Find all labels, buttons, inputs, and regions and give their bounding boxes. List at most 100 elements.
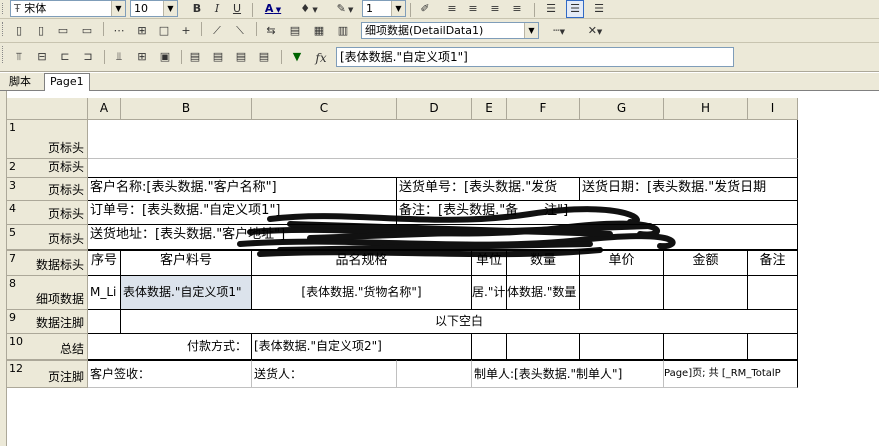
page-count-cell[interactable]: Page]页; 共 [_RM_TotalP <box>664 360 798 388</box>
border-all-icon[interactable]: ⊞ <box>133 22 151 40</box>
row-header-9[interactable]: 9 数据注脚 <box>7 310 88 334</box>
detail-cust-item-cell[interactable]: 表体数据."自定义项1" <box>121 276 252 310</box>
border-right-icon[interactable]: ▯ <box>32 22 50 40</box>
border-left-icon[interactable]: ▯ <box>10 22 28 40</box>
align-bottoms-icon[interactable]: ⫫ <box>110 48 128 66</box>
row-header-7[interactable]: 7 数据标头 <box>7 250 88 276</box>
align-right-icon[interactable]: ≡ <box>486 0 504 18</box>
column-header-b[interactable]: B <box>121 98 252 120</box>
remark-cell[interactable]: 备注：[表头数据."备 注"] <box>397 201 798 225</box>
detail-note-cell[interactable] <box>748 276 798 310</box>
detail-unit-cell[interactable]: 居."计 <box>472 276 507 310</box>
insert-field-icon[interactable]: ⇆ <box>262 22 280 40</box>
customer-sign-cell[interactable]: 客户签收： <box>88 360 252 388</box>
header-price-cell[interactable]: 单价 <box>580 250 664 276</box>
row-header-4[interactable]: 4 页标头 <box>7 201 88 225</box>
customer-name-cell[interactable]: 客户名称:[表头数据."客户名称"] <box>88 178 397 201</box>
row-header-2[interactable]: 2 页标头 <box>7 159 88 178</box>
tab-script[interactable]: 脚本 <box>4 74 36 91</box>
order-number-cell[interactable]: 订单号：[表头数据."自定义项1"] <box>88 201 397 225</box>
align-hcenter-icon[interactable]: ⊞ <box>133 48 151 66</box>
header-spec-cell[interactable]: 品名规格 <box>252 250 472 276</box>
maker-cell[interactable]: 制单人:[表头数据."制单人"] <box>472 360 664 388</box>
insert-image-icon[interactable]: ▦ <box>310 22 328 40</box>
summary-h-cell[interactable] <box>664 334 748 360</box>
delivery-number-cell[interactable]: 送货单号：[表头数据."发货 <box>397 178 580 201</box>
column-header-i[interactable]: I <box>748 98 798 120</box>
summary-e-cell[interactable] <box>472 334 507 360</box>
delete-button[interactable]: ✕▼ <box>580 22 610 40</box>
footer-d-cell[interactable] <box>397 360 472 388</box>
line-style-button[interactable]: ┄▼ <box>544 22 574 40</box>
band-select[interactable]: 细项数据(DetailData1) ▼ <box>361 22 539 39</box>
chevron-down-icon[interactable]: ▼ <box>111 1 125 16</box>
underline-button[interactable]: U <box>228 0 246 18</box>
title-cell[interactable] <box>88 120 798 159</box>
same-height-icon[interactable]: ▤ <box>209 48 227 66</box>
fx-icon[interactable]: fx <box>312 49 330 67</box>
font-color-button[interactable]: A ▼ <box>260 0 286 18</box>
space-horz-icon[interactable]: ▤ <box>232 48 250 66</box>
insert-barcode-icon[interactable]: ▥ <box>334 22 352 40</box>
column-header-g[interactable]: G <box>580 98 664 120</box>
column-header-e[interactable]: E <box>472 98 507 120</box>
grid-corner[interactable] <box>7 98 88 120</box>
report-grid[interactable]: A B C D E F G H I 1 页标头 2 页标头 3 页标头 4 页标头 5 页… <box>0 91 879 446</box>
header-qty-cell[interactable]: 数量 <box>507 250 580 276</box>
align-rights-icon[interactable]: ⊐ <box>79 48 97 66</box>
center-in-band-icon[interactable]: ▣ <box>156 48 174 66</box>
align-vcenter-icon[interactable]: ⊟ <box>33 48 51 66</box>
column-header-h[interactable]: H <box>664 98 748 120</box>
align-center-icon[interactable]: ≡ <box>464 0 482 18</box>
chevron-down-icon[interactable]: ▼ <box>524 23 538 38</box>
detail-seq-cell[interactable]: M_Li <box>88 276 121 310</box>
detail-qty-cell[interactable]: 体数据."数量 <box>507 276 580 310</box>
column-header-c[interactable]: C <box>252 98 397 120</box>
header-amount-cell[interactable]: 金额 <box>664 250 748 276</box>
same-width-icon[interactable]: ▤ <box>186 48 204 66</box>
italic-button[interactable]: I <box>208 0 226 18</box>
delivery-address-cell[interactable]: 送货地址：[表头数据."客户地址"] <box>88 225 798 250</box>
insert-memo-icon[interactable]: ▤ <box>286 22 304 40</box>
column-header-d[interactable]: D <box>397 98 472 120</box>
toolbar-grip[interactable] <box>2 46 5 63</box>
detail-price-cell[interactable] <box>580 276 664 310</box>
line-color-button[interactable]: ✎ ▼ <box>330 0 360 18</box>
valign-middle-icon[interactable]: ☰ <box>566 0 584 18</box>
border-none-icon[interactable]: ⋯ <box>110 22 128 40</box>
summary-i-cell[interactable] <box>748 334 798 360</box>
font-name-select[interactable]: Ŧ 宋体 ▼ <box>10 0 126 17</box>
font-size-select[interactable]: 10 ▼ <box>130 0 178 17</box>
chevron-down-icon[interactable]: ▼ <box>391 1 405 16</box>
detail-spec-cell[interactable]: [表体数据."货物名称"] <box>252 276 472 310</box>
space-vert-icon[interactable]: ▤ <box>255 48 273 66</box>
row-header-8[interactable]: 8 细项数据 <box>7 276 88 310</box>
highlight-icon[interactable]: ✐ <box>416 0 434 18</box>
header-unit-cell[interactable]: 单位 <box>472 250 507 276</box>
summary-g-cell[interactable] <box>580 334 664 360</box>
row-header-3[interactable]: 3 页标头 <box>7 178 88 201</box>
toolbar-grip[interactable] <box>2 22 5 36</box>
diagonal-up-icon[interactable]: ⟍ <box>231 22 249 40</box>
fill-color-button[interactable]: ♦ ▼ <box>294 0 324 18</box>
border-outer-icon[interactable]: □ <box>155 22 173 40</box>
align-lefts-icon[interactable]: ⊏ <box>56 48 74 66</box>
payment-label-cell[interactable]: 付款方式： <box>88 334 252 360</box>
row-header-10[interactable]: 10 总结 <box>7 334 88 360</box>
valign-bottom-icon[interactable]: ☰ <box>590 0 608 18</box>
border-width-select[interactable]: 1 ▼ <box>362 0 406 17</box>
border-top-icon[interactable]: ▭ <box>54 22 72 40</box>
border-bottom-icon[interactable]: ▭ <box>78 22 96 40</box>
header-note-cell[interactable]: 备注 <box>748 250 798 276</box>
valign-top-icon[interactable]: ☰ <box>542 0 560 18</box>
row-header-12[interactable]: 12 页注脚 <box>7 360 88 388</box>
payment-value-cell[interactable]: [表体数据."自定义项2"] <box>252 334 472 360</box>
detail-amount-cell[interactable] <box>664 276 748 310</box>
diagonal-down-icon[interactable]: ⟋ <box>208 22 226 40</box>
subtitle-cell[interactable] <box>88 159 798 178</box>
summary-f-cell[interactable] <box>507 334 580 360</box>
row-header-1[interactable]: 1 页标头 <box>7 120 88 159</box>
delivery-date-cell[interactable]: 送货日期：[表头数据."发货日期 <box>580 178 798 201</box>
align-justify-icon[interactable]: ≡ <box>508 0 526 18</box>
blank-below-cell[interactable]: 以下空白 <box>121 310 798 334</box>
